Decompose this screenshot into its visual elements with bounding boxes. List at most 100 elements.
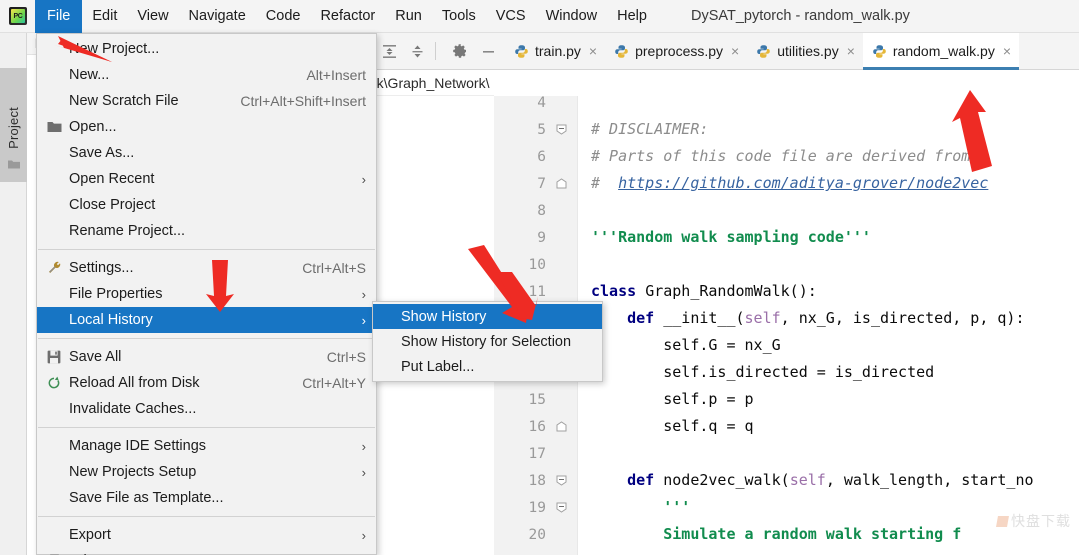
menu-label: Tools (441, 8, 476, 24)
hide-panel-icon[interactable] (477, 40, 499, 62)
file-menu-item-close-project[interactable]: Close Project (37, 192, 376, 218)
menu-item-label: Open... (69, 119, 117, 135)
file-menu-item-open-recent[interactable]: Open Recent › (37, 166, 376, 192)
menu-view[interactable]: View (127, 2, 178, 30)
code-line: 17 (494, 440, 1079, 467)
file-menu-item-new[interactable]: New... Alt+Insert (37, 62, 376, 88)
tab-utilities-py[interactable]: utilities.py × (747, 33, 863, 70)
close-icon[interactable]: × (1003, 44, 1011, 58)
code-text: def node2vec_walk(self, walk_length, sta… (577, 467, 1033, 494)
file-menu-item-export[interactable]: Export › (37, 522, 376, 548)
line-number: 19 (528, 499, 546, 516)
file-menu-item-reload-all-from-disk[interactable]: Reload All from Disk Ctrl+Alt+Y (37, 370, 376, 396)
menu-item-label: Manage IDE Settings (69, 438, 207, 454)
chevron-right-icon: › (361, 286, 366, 302)
file-menu-item-save-file-as-template[interactable]: Save File as Template... (37, 485, 376, 511)
menu-edit[interactable]: Edit (82, 2, 127, 30)
code-token: '''Random walk sampling code''' (591, 228, 871, 246)
menu-help[interactable]: Help (607, 2, 657, 30)
menu-window[interactable]: Window (536, 2, 608, 30)
refresh-icon (47, 376, 69, 390)
menu-item-label: Export (69, 527, 111, 543)
menu-item-shortcut: Alt+Insert (306, 67, 366, 83)
file-menu-item-invalidate-caches[interactable]: Invalidate Caches... (37, 396, 376, 422)
fold-marker-icon[interactable] (546, 494, 577, 521)
menu-label: Navigate (188, 8, 246, 24)
file-menu-item-manage-ide-settings[interactable]: Manage IDE Settings › (37, 433, 376, 459)
menu-vcs[interactable]: VCS (486, 2, 536, 30)
watermark: 快盘下载 (996, 511, 1071, 531)
menu-item-label: New Projects Setup (69, 464, 197, 480)
file-menu-item-file-properties[interactable]: File Properties › (37, 281, 376, 307)
collapse-all-icon[interactable] (406, 40, 428, 62)
code-token: Simulate a random walk starting f (591, 525, 962, 543)
expand-all-icon[interactable] (378, 40, 400, 62)
file-menu-item-local-history[interactable]: Local History › (37, 307, 376, 333)
file-menu-item-print[interactable]: Print... (37, 548, 376, 555)
file-menu-item-open[interactable]: Open... (37, 114, 376, 140)
file-menu-item-new-project[interactable]: New Project... (37, 36, 376, 62)
code-text: self.p = p (577, 386, 753, 413)
line-number: 20 (528, 526, 546, 543)
code-token: self.q = q (591, 417, 754, 435)
sidebar-item-project[interactable]: Project (0, 68, 27, 182)
python-file-icon (756, 44, 771, 59)
file-menu-item-rename-project[interactable]: Rename Project... (37, 218, 376, 244)
code-text: # DISCLAIMER: (577, 116, 708, 143)
tab-label: preprocess.py (635, 43, 724, 59)
submenu-item-show-history-for-selection[interactable]: Show History for Selection (373, 329, 602, 354)
close-icon[interactable]: × (589, 44, 597, 58)
menu-code[interactable]: Code (256, 2, 311, 30)
menu-separator (38, 249, 375, 250)
menu-item-label: Settings... (69, 260, 134, 276)
tab-train-py[interactable]: train.py × (505, 33, 605, 70)
menu-navigate[interactable]: Navigate (179, 2, 256, 30)
code-line: 10 (494, 251, 1079, 278)
settings-gear-icon[interactable] (449, 40, 471, 62)
code-line: 16 self.q = q (494, 413, 1079, 440)
fold-marker-icon[interactable] (546, 467, 577, 494)
folder-icon (47, 121, 69, 133)
watermark-mark-icon (996, 515, 1009, 527)
close-icon[interactable]: × (847, 44, 855, 58)
line-number: 10 (528, 256, 546, 273)
tab-random_walk-py[interactable]: random_walk.py × (862, 32, 1020, 70)
file-menu-item-save-as[interactable]: Save As... (37, 140, 376, 166)
fold-marker-icon[interactable] (546, 116, 577, 143)
menu-run[interactable]: Run (385, 2, 432, 30)
menu-item-label: Open Recent (69, 171, 155, 187)
chevron-right-icon: › (361, 464, 366, 480)
file-menu-item-new-scratch-file[interactable]: New Scratch File Ctrl+Alt+Shift+Insert (37, 88, 376, 114)
fold-marker-icon[interactable] (546, 170, 577, 197)
code-line: 9 '''Random walk sampling code''' (494, 224, 1079, 251)
code-line: 4 (494, 96, 1079, 116)
menu-item-label: Save As... (69, 145, 135, 161)
menu-label: Edit (92, 8, 118, 24)
python-file-icon (614, 44, 629, 59)
code-token: , nx_G, is_directed, p, q): (780, 309, 1025, 327)
breadcrumb[interactable]: rk\Graph_Network\ (372, 70, 494, 96)
left-tool-stripe: Project (0, 33, 27, 555)
file-menu-item-save-all[interactable]: Save All Ctrl+S (37, 344, 376, 370)
submenu-item-put-label[interactable]: Put Label... (373, 354, 602, 379)
menu-tools[interactable]: Tools (432, 2, 486, 30)
close-icon[interactable]: × (731, 44, 739, 58)
code-line: 15 self.p = p (494, 386, 1079, 413)
tab-preprocess-py[interactable]: preprocess.py × (605, 33, 747, 70)
code-token: self.is_directed = is_directed (591, 363, 935, 381)
chevron-right-icon: › (361, 438, 366, 454)
wrench-icon (47, 261, 69, 276)
file-menu-item-new-projects-setup[interactable]: New Projects Setup › (37, 459, 376, 485)
line-number: 9 (537, 229, 546, 246)
python-file-icon (514, 44, 529, 59)
menu-file[interactable]: File (35, 0, 83, 33)
fold-marker-icon[interactable] (546, 413, 577, 440)
submenu-item-label: Show History (401, 308, 487, 325)
menu-refactor[interactable]: Refactor (310, 2, 385, 30)
file-menu-item-settings[interactable]: Settings... Ctrl+Alt+S (37, 255, 376, 281)
submenu-item-show-history[interactable]: Show History (373, 304, 602, 329)
